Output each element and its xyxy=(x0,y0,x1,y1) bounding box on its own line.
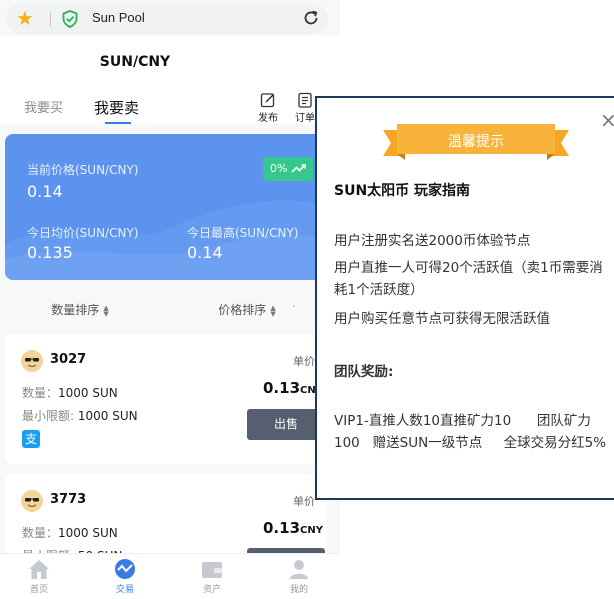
unit-price: 0.13CNY xyxy=(263,379,323,397)
price-summary-card: 当前价格(SUN/CNY) 0.14 0% 今日均价(SUN/CNY) 0.13… xyxy=(5,134,325,280)
shield-check-icon xyxy=(62,10,78,28)
quantity-value: 1000 SUN xyxy=(58,386,118,400)
edit-icon xyxy=(260,93,275,108)
avatar xyxy=(21,350,43,372)
unit-price: 0.13CNY xyxy=(263,519,323,537)
sort-bar: 数量排序 ▲ ▼ 价格排序 ▲ ▼ · xyxy=(0,290,340,328)
unit-price-label: 单价 xyxy=(293,495,315,508)
site-name: Sun Pool xyxy=(92,10,145,25)
close-icon[interactable]: × xyxy=(600,110,614,130)
change-percent: 0% xyxy=(270,162,288,175)
sort-arrows-icon: ▲ ▼ xyxy=(270,303,276,318)
tab-buy[interactable]: 我要买 xyxy=(24,97,63,116)
nav-assets-label: 资产 xyxy=(202,585,221,595)
popup-title: SUN太阳币 玩家指南 xyxy=(334,183,471,199)
unit-price-value: 0.13 xyxy=(263,519,301,537)
currency-label: CNY xyxy=(300,525,323,536)
quantity-label: 数量： xyxy=(22,526,59,540)
trend-up-icon xyxy=(291,164,306,173)
trade-icon xyxy=(115,559,135,579)
quantity-info: 数量：1000 SUN xyxy=(22,384,118,401)
popup-line: 用户购买任意节点可获得无限活跃值 xyxy=(334,311,550,327)
quantity-value: 1000 SUN xyxy=(58,526,118,540)
sort-arrows-icon: ▲ ▼ xyxy=(103,303,109,318)
bottom-nav: 首页 交易 资产 我的 xyxy=(0,553,340,599)
current-price-label: 当前价格(SUN/CNY) xyxy=(27,163,139,177)
nav-trade-label: 交易 xyxy=(115,585,134,595)
min-limit-info: 最小限额: 1000 SUN xyxy=(22,407,138,424)
avg-price-value: 0.135 xyxy=(27,243,73,262)
publish-label: 发布 xyxy=(258,113,278,124)
team-reward-title: 团队奖励: xyxy=(334,364,394,380)
sell-button[interactable]: 出售 xyxy=(247,409,325,440)
nav-assets[interactable]: 资产 xyxy=(182,558,242,595)
avatar xyxy=(21,490,43,512)
user-icon xyxy=(290,560,308,579)
nav-home-label: 首页 xyxy=(29,585,48,595)
sort-price-label: 价格排序 xyxy=(218,303,267,317)
star-icon[interactable]: ★ xyxy=(16,7,34,29)
browser-address-bar[interactable]: ★ Sun Pool xyxy=(6,4,328,34)
notice-popup: 温馨提示 × SUN太阳币 玩家指南 用户注册实名送2000币体验节点 用户直推… xyxy=(315,96,614,500)
nav-mine[interactable]: 我的 xyxy=(269,558,329,595)
page-title: SUN/CNY xyxy=(99,54,171,70)
publish-button[interactable]: 发布 xyxy=(253,92,283,124)
unit-price-label: 单价 xyxy=(293,355,315,368)
sort-dot: · xyxy=(292,300,296,313)
min-limit-value: 1000 SUN xyxy=(77,409,138,423)
alipay-icon: 支 xyxy=(22,430,40,448)
wallet-icon xyxy=(202,562,222,578)
active-tab-indicator xyxy=(105,122,131,124)
team-reward-text: VIP1-直推人数10直推矿力10 团队矿力100 赠送SUN一级节点 全球交易… xyxy=(334,413,607,451)
min-limit-label: 最小限额: xyxy=(22,409,75,423)
home-icon xyxy=(29,560,49,579)
seller-name: 3773 xyxy=(50,492,87,507)
address-bar-divider xyxy=(50,12,51,26)
nav-home[interactable]: 首页 xyxy=(9,558,69,595)
unit-price-value: 0.13 xyxy=(263,379,301,397)
tab-sell[interactable]: 我要卖 xyxy=(94,97,139,118)
high-price-value: 0.14 xyxy=(187,243,223,262)
change-badge: 0% xyxy=(263,157,313,181)
quantity-label: 数量： xyxy=(22,386,59,400)
seller-name: 3027 xyxy=(50,352,87,367)
sort-by-quantity[interactable]: 数量排序 ▲ ▼ xyxy=(0,290,160,328)
quantity-info: 数量：1000 SUN xyxy=(22,524,118,541)
current-price-value: 0.14 xyxy=(27,182,63,201)
avg-price-label: 今日均价(SUN/CNY) xyxy=(27,226,139,240)
reload-icon[interactable] xyxy=(302,9,320,27)
list-item: 3027 数量：1000 SUN 最小限额: 1000 SUN 支 单价 0.1… xyxy=(5,334,327,464)
popup-line: 用户注册实名送2000币体验节点 xyxy=(334,233,531,249)
orders-label: 订单 xyxy=(295,113,315,124)
sort-quantity-label: 数量排序 xyxy=(51,303,100,317)
sort-by-price[interactable]: 价格排序 ▲ ▼ xyxy=(172,290,322,328)
ribbon-label: 温馨提示 xyxy=(448,134,504,150)
header: SUN/CNY 我要买 我要卖 发布 订单 xyxy=(0,36,340,124)
trading-screen: ★ Sun Pool SUN/CNY 我要买 我要卖 发布 订单 当前价格(SU… xyxy=(0,0,340,599)
orders-icon xyxy=(298,92,312,108)
nav-trade[interactable]: 交易 xyxy=(95,558,155,595)
popup-line: 用户直推一人可得20个活跃值（卖1币需要消耗1个活跃度） xyxy=(334,260,603,298)
high-price-label: 今日最高(SUN/CNY) xyxy=(187,226,299,240)
nav-mine-label: 我的 xyxy=(289,585,308,595)
